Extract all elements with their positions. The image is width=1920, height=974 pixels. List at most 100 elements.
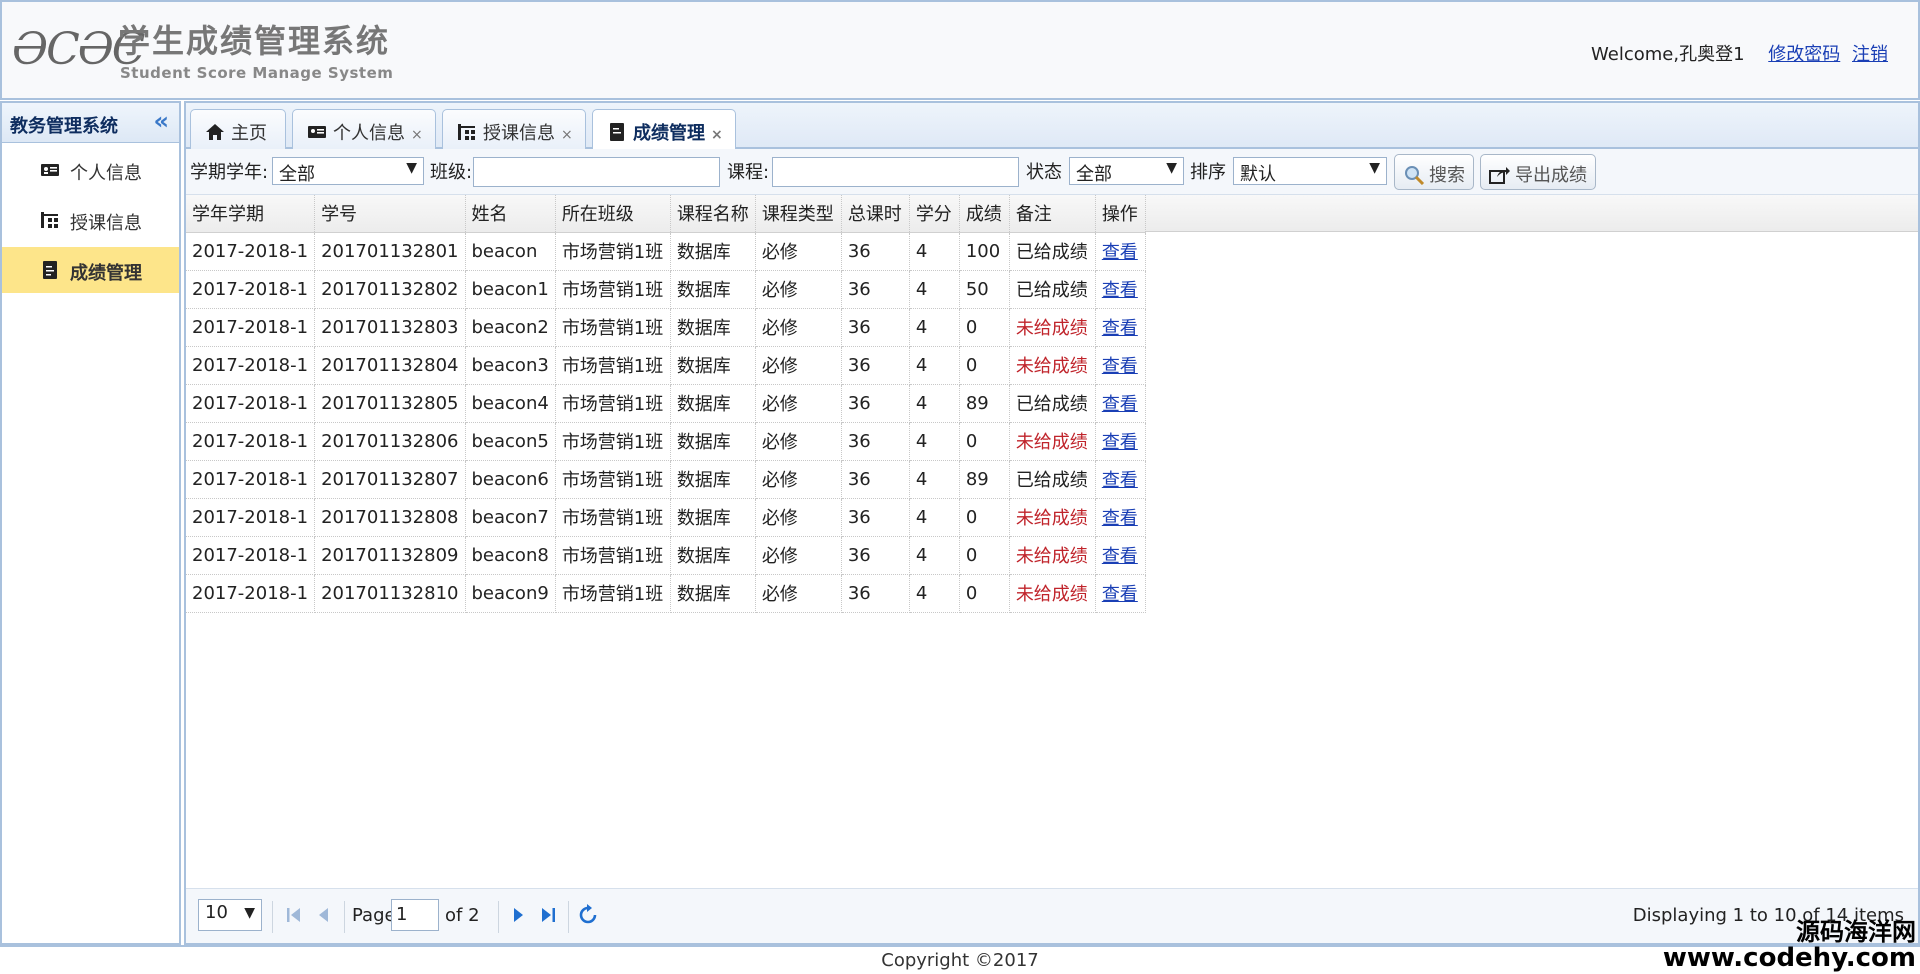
- sidebar-header: 教务管理系统 «: [2, 103, 179, 143]
- view-link[interactable]: 查看: [1102, 280, 1138, 301]
- collapse-icon[interactable]: «: [153, 107, 169, 135]
- table-cell: 36: [841, 460, 910, 499]
- course-input[interactable]: [772, 157, 1019, 187]
- view-link[interactable]: 查看: [1102, 470, 1138, 491]
- logout-link[interactable]: 注销: [1852, 44, 1888, 65]
- table-row[interactable]: 2017-2018-1 201701132802 beacon1 市场营销1班 数据库必…: [186, 270, 1146, 309]
- col-header[interactable]: 成绩: [959, 195, 1010, 233]
- page-size-value: 10: [205, 902, 228, 923]
- col-header[interactable]: 所在班级: [555, 195, 671, 233]
- view-link[interactable]: 查看: [1102, 242, 1138, 263]
- view-link[interactable]: 查看: [1102, 318, 1138, 339]
- table-cell: 市场营销1班: [555, 384, 671, 423]
- col-header[interactable]: 姓名: [465, 195, 556, 233]
- table-cell: 未给成绩: [1009, 422, 1096, 461]
- table-row[interactable]: 2017-2018-1 201701132805 beacon4 市场营销1班 数据库必…: [186, 384, 1146, 423]
- close-icon[interactable]: ×: [411, 127, 423, 143]
- class-input[interactable]: [473, 157, 720, 187]
- col-header[interactable]: 学年学期: [186, 195, 316, 233]
- table-cell: 4: [909, 346, 960, 385]
- sidebar-item-grade-management[interactable]: 成绩管理: [2, 247, 179, 293]
- tab-home[interactable]: 主页: [190, 109, 286, 149]
- col-header[interactable]: 学号: [314, 195, 466, 233]
- view-link[interactable]: 查看: [1102, 356, 1138, 377]
- status-select[interactable]: 全部 ▼: [1069, 157, 1184, 185]
- divider: [272, 901, 273, 933]
- table-row[interactable]: 2017-2018-1 201701132803 beacon2 市场营销1班 数据库必…: [186, 308, 1146, 347]
- view-link[interactable]: 查看: [1102, 584, 1138, 605]
- table-cell: 已给成绩: [1009, 460, 1096, 499]
- page-number-input[interactable]: 1: [391, 899, 439, 931]
- table-row[interactable]: 2017-2018-1 201701132810 beacon9 市场营销1班 数据库必…: [186, 574, 1146, 613]
- col-header[interactable]: 备注: [1009, 195, 1096, 233]
- table-cell: 查看: [1095, 574, 1146, 613]
- table-row[interactable]: 2017-2018-1 201701132807 beacon6 市场营销1班 数据库必…: [186, 460, 1146, 499]
- col-header[interactable]: 学分: [909, 195, 960, 233]
- col-header[interactable]: 课程名称: [670, 195, 756, 233]
- view-link[interactable]: 查看: [1102, 432, 1138, 453]
- table-cell: 201701132802: [314, 270, 466, 309]
- table-cell: 4: [909, 308, 960, 347]
- table-cell: 201701132807: [314, 460, 466, 499]
- table-cell: 查看: [1095, 498, 1146, 537]
- search-button[interactable]: 搜索: [1394, 154, 1474, 190]
- view-link[interactable]: 查看: [1102, 508, 1138, 529]
- table-cell: 市场营销1班: [555, 422, 671, 461]
- last-page-icon[interactable]: [536, 903, 560, 927]
- table-cell: 4: [909, 536, 960, 575]
- table-cell: 数据库: [670, 308, 756, 347]
- table-cell: 必修: [755, 346, 842, 385]
- grade-table-wrapper: 学年学期 学号 姓名 所在班级 课程名称 课程类型 总课时 学分 成绩 备注 操…: [186, 195, 1918, 613]
- table-cell: beacon3: [465, 346, 556, 385]
- table-row[interactable]: 2017-2018-1 201701132801 beacon 市场营销1班 数据库 必修…: [186, 232, 1146, 271]
- page-size-select[interactable]: 10 ▼: [198, 899, 262, 931]
- sort-select[interactable]: 默认 ▼: [1233, 157, 1387, 185]
- term-select[interactable]: 全部 ▼: [272, 157, 424, 185]
- table-row[interactable]: 2017-2018-1 201701132809 beacon8 市场营销1班 数据库必…: [186, 536, 1146, 575]
- tab-grade-management[interactable]: 成绩管理 ×: [592, 109, 736, 151]
- prev-page-icon[interactable]: [312, 903, 336, 927]
- table-cell: 201701132809: [314, 536, 466, 575]
- table-cell: beacon1: [465, 270, 556, 309]
- table-cell: 查看: [1095, 384, 1146, 423]
- table-row[interactable]: 2017-2018-1 201701132806 beacon5 市场营销1班 数据库必…: [186, 422, 1146, 461]
- change-password-link[interactable]: 修改密码: [1768, 44, 1840, 65]
- view-link[interactable]: 查看: [1102, 394, 1138, 415]
- table-cell: 2017-2018-1: [186, 308, 316, 347]
- table-row[interactable]: 2017-2018-1 201701132808 beacon7 市场营销1班 数据库必…: [186, 498, 1146, 537]
- first-page-icon[interactable]: [282, 903, 306, 927]
- col-header[interactable]: 课程类型: [755, 195, 842, 233]
- refresh-icon[interactable]: [576, 903, 600, 927]
- sort-label: 排序: [1190, 162, 1226, 183]
- table-cell: 数据库: [670, 422, 756, 461]
- page-label: Page: [352, 905, 396, 926]
- table-row[interactable]: 2017-2018-1 201701132804 beacon3 市场营销1班 数据库必…: [186, 346, 1146, 385]
- table-cell: 36: [841, 536, 910, 575]
- table-cell: 查看: [1095, 460, 1146, 499]
- view-link[interactable]: 查看: [1102, 546, 1138, 567]
- col-header[interactable]: 操作: [1095, 195, 1146, 233]
- sidebar-title: 教务管理系统: [10, 116, 118, 137]
- export-button[interactable]: 导出成绩: [1480, 154, 1596, 190]
- search-button-label: 搜索: [1429, 165, 1465, 186]
- next-page-icon[interactable]: [506, 903, 530, 927]
- table-cell: 2017-2018-1: [186, 346, 316, 385]
- tab-teaching-info[interactable]: 授课信息 ×: [442, 109, 586, 149]
- term-label: 学期学年:: [190, 162, 269, 183]
- sidebar-item-teaching-info[interactable]: 授课信息: [2, 197, 179, 243]
- table-cell: 201701132801: [314, 232, 466, 271]
- sidebar-item-personal-info[interactable]: 个人信息: [2, 147, 179, 193]
- close-icon[interactable]: ×: [711, 127, 723, 143]
- table-cell: 数据库: [670, 384, 756, 423]
- table-cell: 201701132803: [314, 308, 466, 347]
- table-cell: 查看: [1095, 346, 1146, 385]
- table-cell: 未给成绩: [1009, 536, 1096, 575]
- table-cell: 必修: [755, 460, 842, 499]
- hierarchy-icon: [41, 212, 58, 228]
- table-cell: 4: [909, 460, 960, 499]
- watermark-cn: 源码海洋网: [1796, 917, 1916, 946]
- table-cell: 4: [909, 574, 960, 613]
- close-icon[interactable]: ×: [561, 127, 573, 143]
- tab-personal-info[interactable]: 个人信息 ×: [292, 109, 436, 149]
- col-header[interactable]: 总课时: [841, 195, 910, 233]
